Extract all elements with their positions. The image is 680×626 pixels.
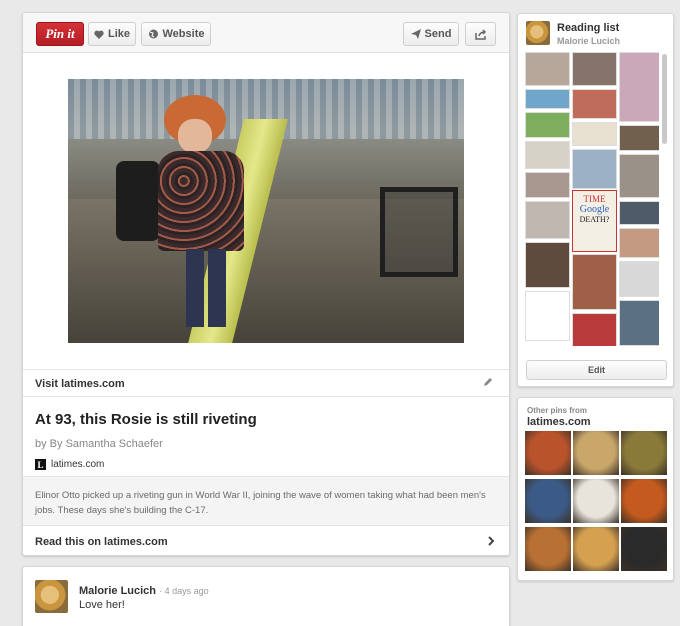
board-pin-tile[interactable] [619,261,659,297]
visit-site-row[interactable]: Visit latimes.com [23,370,509,397]
board-pin-tile[interactable] [619,228,659,258]
board-pin-tile[interactable] [619,125,659,151]
board-pin-tile[interactable] [619,300,659,346]
paper-plane-icon [410,29,421,39]
board-pin-tile[interactable] [572,122,617,146]
board-pin-tile[interactable] [525,172,570,198]
like-label: Like [107,28,130,40]
globe-icon [148,29,158,39]
other-pin-tile[interactable] [573,479,619,523]
read-on-source-link[interactable]: Read this on latimes.com [35,536,168,548]
chevron-right-icon [488,536,495,546]
time-cover-title: TIME [583,194,606,204]
visit-site-link[interactable]: Visit latimes.com [35,378,125,390]
read-on-source-row[interactable]: Read this on latimes.com [23,526,509,555]
send-button[interactable]: Send [403,22,459,46]
comment-time: · 4 days ago [159,586,209,596]
edit-board-label: Edit [588,365,605,375]
board-pin-tile[interactable] [525,242,570,288]
board-pin-tile[interactable] [572,313,617,346]
source-name: latimes.com [51,459,105,470]
pin-toolbar: Pin it Like Website Send [23,13,509,53]
board-scrollbar[interactable] [662,54,667,144]
website-button[interactable]: Website [141,22,211,46]
pin-source[interactable]: L latimes.com [35,459,497,470]
board-pin-tile[interactable] [525,141,570,169]
board-pin-tile[interactable] [525,52,570,86]
latimes-logo-icon: L [35,459,46,470]
comment-author[interactable]: Malorie Lucich [79,585,156,597]
other-pin-tile[interactable] [621,479,667,523]
edit-board-button[interactable]: Edit [526,360,667,380]
board-pin-tile[interactable] [572,254,617,310]
board-pin-tile[interactable] [619,52,659,122]
other-pin-tile[interactable] [525,527,571,571]
comment-author-line: Malorie Lucich · 4 days ago [79,585,209,597]
board-pin-tile[interactable] [619,154,659,198]
other-pin-tile[interactable] [621,431,667,475]
send-label: Send [424,28,452,40]
share-button[interactable] [465,22,496,46]
pencil-icon[interactable] [483,377,493,387]
share-icon [474,28,486,40]
other-pin-tile[interactable] [573,527,619,571]
pin-description: Elinor Otto picked up a riveting gun in … [23,477,509,526]
like-button[interactable]: Like [88,22,136,46]
board-pin-tile[interactable] [525,201,570,239]
board-pin-tile[interactable] [525,291,570,341]
pin-it-button[interactable]: Pin it [36,22,84,46]
board-pin-tile[interactable] [525,89,570,109]
commenter-avatar[interactable] [35,580,68,613]
other-pin-tile[interactable] [525,479,571,523]
board-pin-tile[interactable] [619,201,659,225]
pin-it-label: Pin it [45,26,75,41]
board-tile-time-cover[interactable]: TIME Google DEATH? [572,190,617,252]
board-pin-grid[interactable]: TIME Google DEATH? [525,52,659,346]
other-pins-grid[interactable] [525,431,669,575]
pin-details: At 93, this Rosie is still riveting by B… [23,397,509,477]
board-name[interactable]: Reading list [557,22,619,34]
pin-image-area [23,53,509,370]
pin-photo[interactable] [68,79,464,343]
board-pin-tile[interactable] [572,89,617,119]
other-pin-tile[interactable] [621,527,667,571]
pin-title: At 93, this Rosie is still riveting [35,411,257,428]
board-pin-tile[interactable] [572,52,617,86]
other-pins-source[interactable]: latimes.com [527,416,591,428]
board-pin-tile[interactable] [525,112,570,138]
other-pin-tile[interactable] [525,431,571,475]
other-pins-heading: Other pins from [527,406,588,415]
time-cover-google: Google [579,204,610,215]
board-pin-tile[interactable] [572,149,617,189]
board-owner-avatar[interactable] [526,21,550,45]
website-label: Website [162,28,205,40]
comment-text: Love her! [79,599,125,611]
other-pin-tile[interactable] [573,431,619,475]
pin-card: Pin it Like Website Send Visit latimes.c… [22,12,510,556]
board-owner[interactable]: Malorie Lucich [557,36,620,46]
other-pins-card: Other pins from latimes.com [517,397,674,581]
pin-byline: by By Samantha Schaefer [35,438,163,450]
board-card: Reading list Malorie Lucich TIME Google … [517,13,674,387]
heart-icon [94,30,104,39]
time-cover-death: DEATH? [579,215,610,224]
comment-card: Malorie Lucich · 4 days ago Love her! [22,566,510,626]
